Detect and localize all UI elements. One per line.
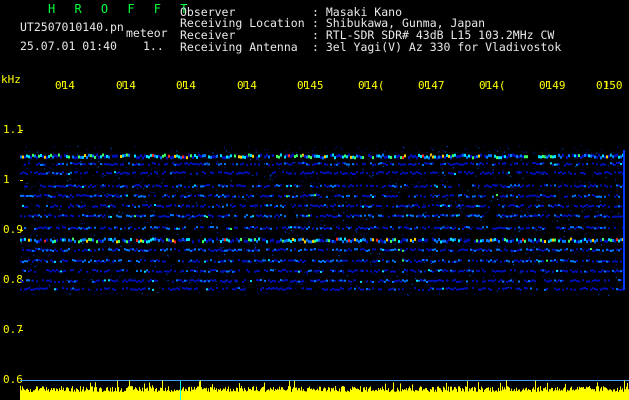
antenna-value: : 3el Yagi(V) Az 330 for Vladivostok [312, 40, 562, 54]
y-tick-mark [20, 330, 23, 331]
y-tick-mark [20, 180, 23, 181]
x-tick-mark [183, 81, 184, 87]
antenna-label: Receiving Antenna [180, 40, 298, 54]
y-tick-mark [20, 130, 23, 131]
level-bar [20, 380, 629, 400]
y-unit-label: kHz [1, 73, 21, 86]
x-tick-mark [62, 81, 63, 87]
x-tick-mark [122, 81, 124, 87]
y-tick-label: 1 [3, 173, 10, 186]
x-tick-mark [425, 81, 426, 87]
mode-label: meteor [126, 26, 168, 40]
x-tick-mark [606, 81, 608, 87]
x-tick-mark [304, 81, 305, 87]
filename-label: UT2507010140.pn [20, 20, 124, 34]
waterfall-signal [20, 145, 625, 296]
x-tick-mark [243, 81, 245, 87]
y-tick-mark [20, 230, 23, 231]
spectrogram-plot [20, 81, 629, 400]
app-title: H R O F F T [48, 2, 194, 16]
x-tick-mark [364, 81, 366, 87]
extra-label: 1.. [143, 39, 164, 53]
x-tick-mark [485, 81, 487, 87]
datetime-label: 25.07.01 01:40 [20, 39, 117, 53]
x-tick-mark [546, 81, 547, 87]
